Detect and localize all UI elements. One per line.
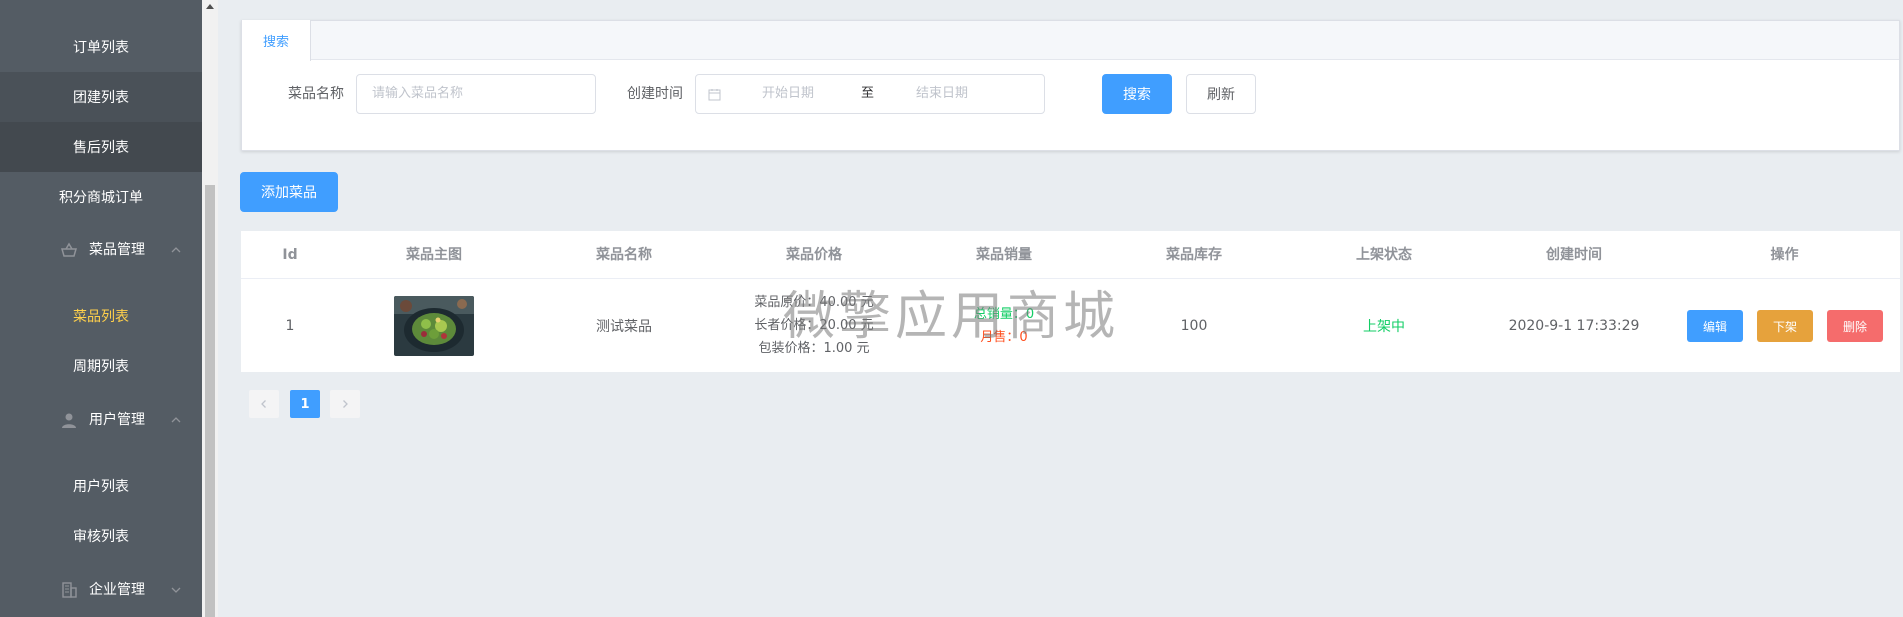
calendar-icon	[708, 89, 721, 101]
sidebar-item-label: 团建列表	[73, 90, 129, 106]
sidebar-item-after-sales[interactable]: 售后列表	[0, 122, 202, 172]
sidebar-item-label: 积分商城订单	[59, 190, 143, 206]
watermark: 微擎应用商城	[783, 287, 1120, 347]
start-date-input[interactable]: 开始日期	[762, 75, 814, 113]
cell-id: 1	[285, 317, 295, 334]
food-basket-icon	[61, 242, 77, 257]
delete-label: 删除	[1842, 319, 1867, 334]
header-status: 上架状态	[1356, 247, 1412, 263]
sidebar-item-reviews[interactable]: 审核列表	[0, 511, 202, 561]
sidebar-item-users[interactable]: 用户列表	[0, 461, 202, 511]
tab-label: 搜索	[262, 35, 289, 50]
search-tab-bar: 搜索	[241, 20, 1899, 61]
header-actions: 操作	[1770, 247, 1799, 263]
chevron-down-icon	[171, 587, 181, 593]
sidebar-item-label: 订单列表	[73, 40, 129, 56]
offshelf-button[interactable]: 下架	[1757, 310, 1813, 342]
scrollbar-thumb[interactable]	[205, 185, 215, 617]
sidebar: 订单列表 团建列表 售后列表 积分商城订单 菜品管理 菜品列表 周期列表 用户管…	[0, 0, 202, 617]
building-icon	[62, 582, 77, 598]
refresh-button-label: 刷新	[1207, 87, 1235, 103]
dish-name-placeholder: 请输入菜品名称	[372, 86, 464, 101]
tab-search[interactable]: 搜索	[241, 20, 311, 61]
page-1-button[interactable]: 1	[290, 390, 320, 418]
edit-label: 编辑	[1702, 319, 1727, 334]
created-time-label: 创建时间	[627, 86, 683, 102]
next-page-button[interactable]	[330, 390, 360, 418]
scroll-up-arrow-icon[interactable]	[206, 4, 214, 9]
sidebar-item-label: 周期列表	[73, 359, 129, 375]
sidebar-item-label: 审核列表	[73, 529, 129, 545]
offshelf-label: 下架	[1772, 319, 1797, 334]
dish-name-input[interactable]: 请输入菜品名称	[356, 74, 596, 114]
search-card: 搜索 菜品名称 请输入菜品名称 创建时间 开始日期 至 结束日期 搜索 刷新	[241, 20, 1900, 151]
header-price: 菜品价格	[786, 247, 842, 263]
sidebar-item-label: 售后列表	[73, 140, 129, 156]
sidebar-item-team-orders[interactable]: 团建列表	[0, 72, 202, 122]
cell-created: 2020-9-1 17:33:29	[1508, 317, 1640, 334]
dish-image	[394, 295, 474, 356]
end-date-input[interactable]: 结束日期	[916, 75, 968, 113]
sidebar-item-points-orders[interactable]: 积分商城订单	[0, 172, 202, 222]
dish-name-label: 菜品名称	[288, 86, 344, 102]
header-sales: 菜品销量	[976, 247, 1032, 263]
sidebar-group-label: 用户管理	[89, 412, 145, 428]
add-dish-button[interactable]: 添加菜品	[240, 172, 338, 212]
chevron-up-icon	[171, 247, 181, 253]
chevron-up-icon	[171, 417, 181, 423]
chevron-left-icon	[261, 400, 266, 408]
sidebar-group-enterprise[interactable]: 企业管理	[0, 562, 202, 617]
sidebar-group-dishes[interactable]: 菜品管理	[0, 222, 202, 278]
sidebar-scrollbar[interactable]	[202, 0, 218, 617]
prev-page-button[interactable]	[249, 390, 279, 418]
header-id: Id	[282, 247, 298, 263]
add-dish-label: 添加菜品	[261, 185, 317, 201]
header-created: 创建时间	[1546, 247, 1602, 263]
header-image: 菜品主图	[406, 247, 462, 263]
refresh-button[interactable]: 刷新	[1186, 74, 1256, 114]
sidebar-item-cycles[interactable]: 周期列表	[0, 341, 202, 391]
chevron-right-icon	[343, 400, 348, 408]
sidebar-group-users[interactable]: 用户管理	[0, 392, 202, 448]
sidebar-group-label: 菜品管理	[89, 242, 145, 258]
cell-name: 测试菜品	[596, 318, 652, 335]
search-button[interactable]: 搜索	[1102, 74, 1172, 114]
header-name: 菜品名称	[596, 247, 652, 263]
sidebar-item-label: 用户列表	[73, 479, 129, 495]
cell-image	[339, 279, 529, 372]
header-stock: 菜品库存	[1166, 247, 1222, 263]
sidebar-item-dishes[interactable]: 菜品列表	[0, 291, 202, 341]
salad-image	[394, 295, 474, 356]
delete-button[interactable]: 删除	[1827, 310, 1883, 342]
range-separator: 至	[861, 86, 875, 101]
cell-stock: 100	[1180, 317, 1208, 334]
user-icon	[62, 413, 76, 428]
sidebar-item-label: 菜品列表	[73, 309, 129, 325]
cell-status: 上架中	[1363, 318, 1405, 335]
sidebar-item-orders[interactable]: 订单列表	[0, 22, 202, 72]
edit-button[interactable]: 编辑	[1687, 310, 1743, 342]
sidebar-group-label: 企业管理	[89, 582, 145, 598]
search-button-label: 搜索	[1123, 87, 1151, 103]
page-number: 1	[300, 396, 310, 412]
table-header: Id 菜品主图 菜品名称 菜品价格 菜品销量 菜品库存 上架状态 创建时间 操作	[241, 231, 1900, 279]
date-range-picker[interactable]: 开始日期 至 结束日期	[695, 74, 1045, 114]
